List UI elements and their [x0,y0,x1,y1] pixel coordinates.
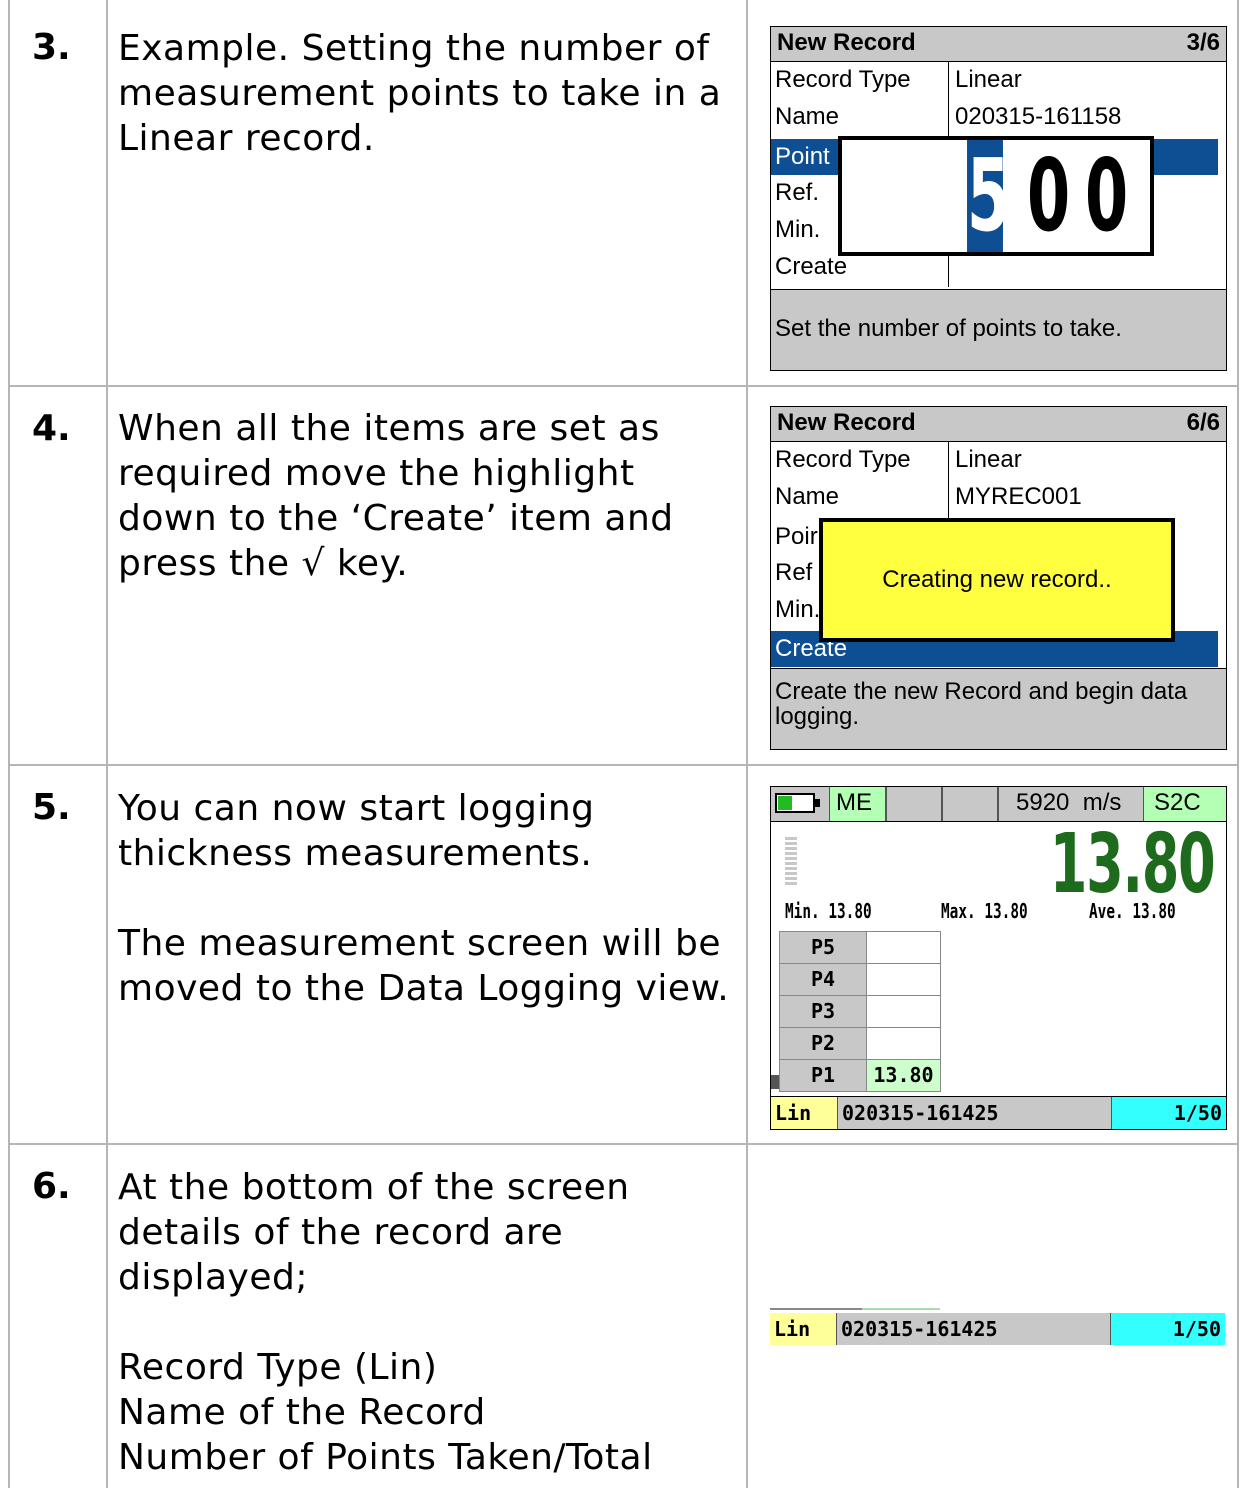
column-divider-1 [106,0,108,1488]
digit-selected[interactable]: 5 [967,140,1010,252]
step-description: At the bottom of the screen details of t… [118,1167,653,1478]
device-screen-new-record-points: New Record 3/6 Record Type Linear Name 0… [770,26,1227,371]
screen-page-indicator: 3/6 [1186,29,1220,56]
table-border-right [1237,0,1239,1488]
probe-indicator[interactable]: S2C [1143,787,1226,821]
step-description: When all the items are set as required m… [118,408,674,584]
menu-item-name[interactable]: Name MYREC001 [771,479,1226,516]
digit[interactable]: 0 [1085,140,1128,252]
row-divider [8,385,1239,387]
device-screen-new-record-create: New Record 6/6 Record Type Linear Name M… [770,406,1227,750]
step-description: You can now start logging thickness meas… [118,788,730,1009]
record-name: 020315-161425 [836,1313,1110,1345]
table-row[interactable]: P3 [780,996,940,1028]
digit[interactable]: 0 [1027,140,1070,252]
screen-title-bar: New Record 3/6 [771,27,1226,62]
screen-title-bar: New Record 6/6 [771,407,1226,442]
status-slot [941,787,999,821]
mode-indicator[interactable]: ME [829,787,887,821]
column-divider-2 [746,0,748,1488]
min-value: Min. 13.80 [785,899,872,923]
popup-message: Creating new record.. [882,566,1112,593]
screen-page-indicator: 6/6 [1186,409,1220,436]
points-count: 1/50 [1110,1313,1225,1345]
battery-icon [775,793,820,813]
help-text: Create the new Record and begin data log… [775,678,1188,730]
step-number: 5. [32,787,71,828]
step-number: 6. [32,1166,71,1207]
screen-title: New Record [777,409,916,436]
points-table: P5 P4 P3 P2 P1 13.80 [779,931,941,1092]
record-name: 020315-161425 [837,1097,1111,1129]
help-text: Set the number of points to take. [775,315,1122,342]
menu-item-record-type[interactable]: Record Type Linear [771,442,1226,479]
device-screen-data-logging: ME 5920 m/s S2C 13.80 Min. 13.80 Max. 13… [770,786,1227,1130]
record-type: Lin [770,1313,836,1345]
table-row[interactable]: P5 [780,932,940,964]
menu-item-record-type[interactable]: Record Type Linear [771,62,1226,99]
footer-crop-green [862,1308,940,1310]
max-value: Max. 13.80 [941,899,1028,923]
step-description: Example. Setting the number of measureme… [118,28,722,159]
points-count: 1/50 [1111,1097,1226,1129]
record-footer: Lin 020315-161425 1/50 [771,1096,1226,1129]
help-text-area: Set the number of points to take. [771,289,1226,370]
table-row[interactable]: P4 [780,964,940,996]
step-number: 4. [32,408,71,449]
table-row[interactable]: P1 13.80 [780,1060,940,1091]
record-type: Lin [771,1097,837,1129]
row-divider [8,764,1239,766]
screen-title: New Record [777,29,916,56]
creating-record-popup: Creating new record.. [819,518,1175,642]
row-divider [8,1143,1239,1145]
menu-item-name[interactable]: Name 020315-161158 [771,99,1226,136]
step-number: 3. [32,27,71,68]
ave-value: Ave. 13.80 [1089,899,1176,923]
help-text-area: Create the new Record and begin data log… [771,668,1226,749]
table-border-left [8,0,10,1488]
number-editor-popup[interactable]: 5 0 0 [838,136,1154,256]
status-slot [885,787,943,821]
signal-strength-meter [785,837,797,885]
velocity-indicator[interactable]: 5920 m/s [997,787,1145,821]
table-row[interactable]: P2 [780,1028,940,1060]
record-footer-crop: Lin 020315-161425 1/50 [770,1313,1225,1345]
thickness-reading: 13.80 [1049,817,1215,912]
